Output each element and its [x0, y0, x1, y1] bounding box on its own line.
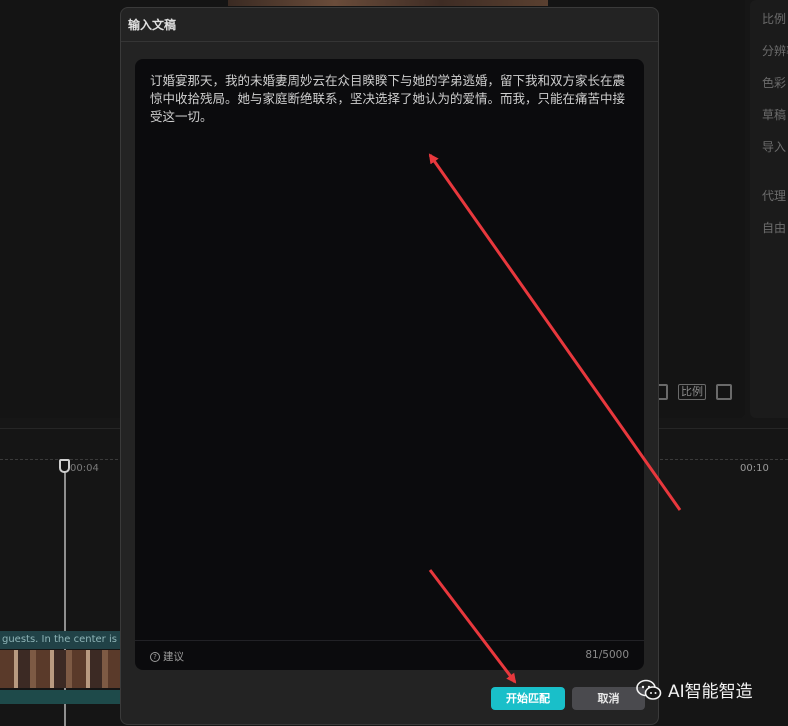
property-resolution[interactable]: 分辨率 — [762, 42, 788, 59]
input-script-dialog: 输入文稿 订婚宴那天，我的未婚妻周妙云在众目睽睽下与她的学弟逃婚，留下我和双方家… — [120, 7, 659, 725]
properties-panel: 比例 分辨率 色彩 草稿 导入 代理 自由 — [750, 0, 788, 418]
playhead-handle[interactable] — [59, 459, 70, 473]
playhead-line[interactable] — [64, 473, 66, 726]
dialog-title: 输入文稿 — [128, 18, 177, 32]
video-preview-strip — [228, 0, 548, 6]
watermark: AI智能智造 — [636, 677, 753, 702]
property-color[interactable]: 色彩 — [762, 74, 788, 91]
editor-footer: ? 建议 81/5000 — [135, 640, 644, 670]
player-controls: 比例 — [652, 384, 732, 400]
fullscreen-icon[interactable] — [716, 384, 732, 400]
suggest-link[interactable]: ? 建议 — [150, 649, 184, 664]
dialog-header: 输入文稿 — [121, 8, 658, 42]
question-icon: ? — [150, 651, 160, 662]
property-import[interactable]: 导入 — [762, 138, 788, 155]
watermark-text: AI智能智造 — [668, 682, 753, 702]
timecode-right: 00:10 — [740, 463, 769, 474]
property-free[interactable]: 自由 — [762, 219, 788, 236]
caption-track-clip[interactable]: guests. In the center is a v — [0, 631, 121, 649]
ratio-button[interactable]: 比例 — [678, 384, 706, 400]
timecode-left: 00:04 — [70, 463, 99, 474]
script-text[interactable]: 订婚宴那天，我的未婚妻周妙云在众目睽睽下与她的学弟逃婚，留下我和双方家长在震惊中… — [150, 72, 632, 126]
audio-track-clip[interactable] — [0, 690, 121, 704]
property-proxy[interactable]: 代理 — [762, 187, 788, 204]
property-ratio[interactable]: 比例 — [762, 10, 788, 27]
video-track-clip[interactable] — [0, 650, 121, 688]
cancel-button[interactable]: 取消 — [572, 687, 645, 710]
suggest-label: 建议 — [163, 651, 184, 663]
start-match-button[interactable]: 开始匹配 — [491, 687, 565, 710]
property-draft[interactable]: 草稿 — [762, 106, 788, 123]
script-textarea[interactable]: 订婚宴那天，我的未婚妻周妙云在众目睽睽下与她的学弟逃婚，留下我和双方家长在震惊中… — [135, 59, 644, 670]
wechat-icon — [636, 679, 662, 700]
char-counter: 81/5000 — [585, 649, 629, 661]
